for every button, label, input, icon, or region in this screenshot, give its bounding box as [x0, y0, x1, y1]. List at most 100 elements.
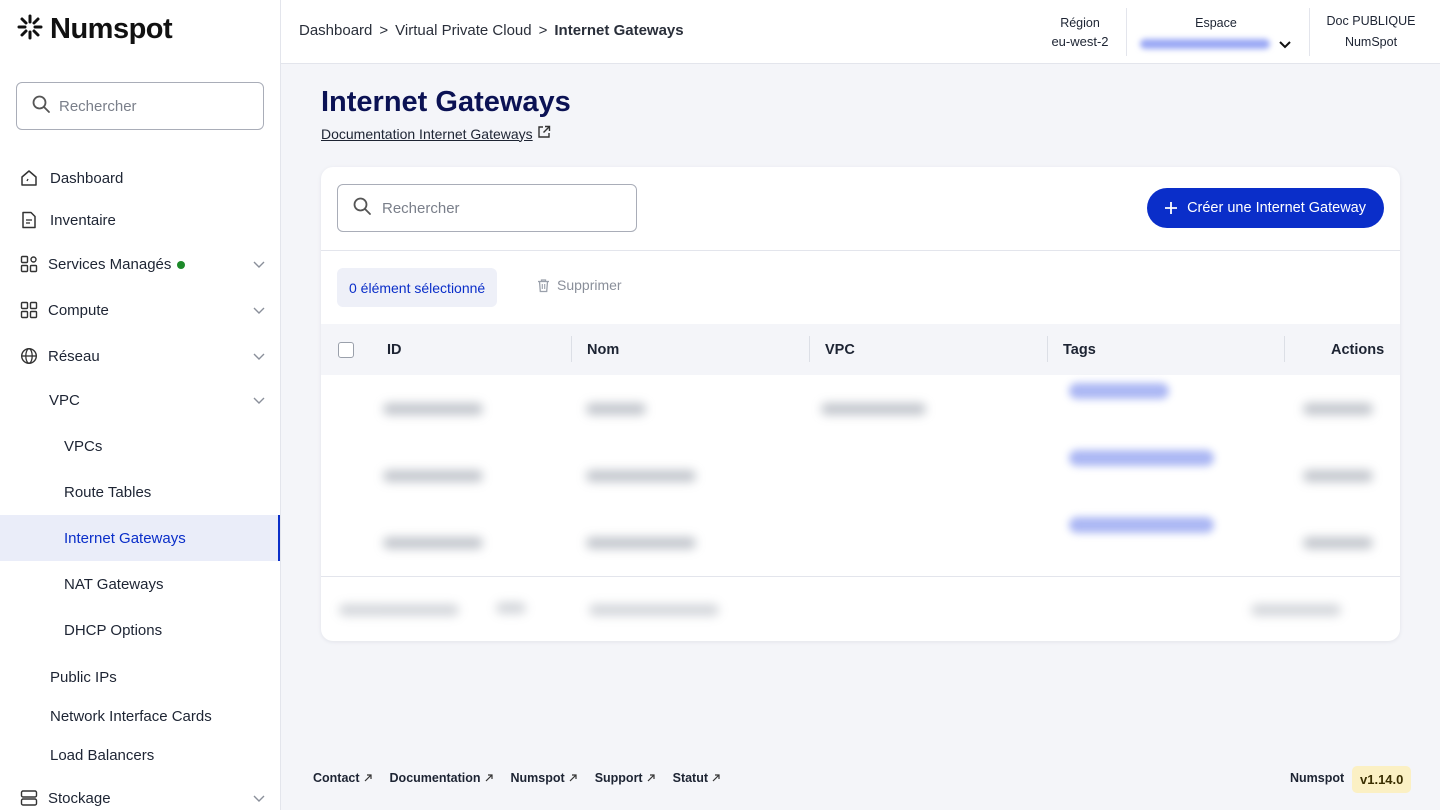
- column-header-nom[interactable]: Nom: [587, 324, 619, 375]
- breadcrumb-separator: >: [538, 22, 548, 39]
- space-value-redacted: [1140, 38, 1271, 49]
- table-row[interactable]: [321, 375, 1400, 441]
- create-internet-gateway-button[interactable]: Créer une Internet Gateway: [1147, 188, 1384, 228]
- redacted-action[interactable]: [1303, 403, 1373, 415]
- sidebar-item-stockage[interactable]: Stockage: [0, 778, 280, 810]
- create-button-label: Créer une Internet Gateway: [1187, 200, 1366, 216]
- divider: [321, 250, 1400, 251]
- chevron-down-icon[interactable]: [252, 303, 266, 317]
- footer-links: Contact Documentation Numspot Support St…: [313, 771, 720, 785]
- select-all-checkbox[interactable]: [338, 342, 354, 358]
- page-title: Internet Gateways: [321, 86, 571, 118]
- chevron-down-icon[interactable]: [252, 257, 266, 271]
- space-label: Espace: [1195, 16, 1237, 30]
- footer-link-label: Numspot: [510, 771, 565, 785]
- redacted-action[interactable]: [1303, 537, 1373, 549]
- storage-icon: [20, 789, 38, 807]
- table-row[interactable]: [321, 509, 1400, 575]
- arrow-up-right-icon: [647, 774, 655, 782]
- redacted-pagination[interactable]: [496, 602, 526, 614]
- redacted-cell: [586, 537, 696, 549]
- sidebar-item-label: NAT Gateways: [64, 575, 164, 593]
- chevron-down-icon[interactable]: [252, 349, 266, 363]
- column-divider: [571, 336, 572, 362]
- search-icon: [352, 196, 372, 221]
- table-search[interactable]: [337, 184, 637, 232]
- sidebar: Numspot Dashboard Inventaire Services Ma…: [0, 0, 281, 810]
- numspot-logo-icon: [16, 13, 44, 46]
- sidebar-item-public-ips[interactable]: Public IPs: [0, 657, 280, 697]
- redacted-tag: [1069, 450, 1214, 466]
- sidebar-item-network-interface-cards[interactable]: Network Interface Cards: [0, 696, 280, 736]
- sidebar-item-reseau[interactable]: Réseau: [0, 336, 280, 376]
- topbar: Dashboard > Virtual Private Cloud > Inte…: [281, 0, 1440, 64]
- column-divider: [1047, 336, 1048, 362]
- column-header-id[interactable]: ID: [387, 324, 402, 375]
- sidebar-item-inventaire[interactable]: Inventaire: [0, 200, 280, 240]
- sidebar-search[interactable]: [16, 82, 264, 130]
- sidebar-item-label: Network Interface Cards: [50, 707, 212, 725]
- sidebar-item-vpcs[interactable]: VPCs: [0, 426, 280, 466]
- document-icon: [20, 211, 38, 229]
- redacted-action[interactable]: [1303, 470, 1373, 482]
- sidebar-item-dashboard[interactable]: Dashboard: [0, 158, 280, 198]
- sidebar-search-input[interactable]: [59, 97, 239, 115]
- sidebar-item-label: Load Balancers: [50, 746, 155, 764]
- redacted-cell: [383, 403, 483, 415]
- sidebar-item-load-balancers[interactable]: Load Balancers: [0, 735, 280, 775]
- sidebar-item-label: DHCP Options: [64, 621, 163, 639]
- redacted-cell: [586, 470, 696, 482]
- breadcrumb: Dashboard > Virtual Private Cloud > Inte…: [299, 22, 684, 39]
- apps-icon: [20, 301, 38, 319]
- column-header-vpc[interactable]: VPC: [825, 324, 855, 375]
- redacted-pagination: [339, 604, 459, 616]
- documentation-link[interactable]: Documentation Internet Gateways: [321, 125, 551, 142]
- table-header: ID Nom VPC Tags Actions: [321, 324, 1400, 375]
- table-search-input[interactable]: [382, 199, 622, 217]
- sidebar-item-label: Internet Gateways: [64, 529, 186, 547]
- breadcrumb-dashboard[interactable]: Dashboard: [299, 22, 372, 39]
- delete-button[interactable]: Supprimer: [536, 277, 622, 293]
- redacted-pagination: [589, 604, 719, 616]
- grid-gear-icon: [20, 255, 38, 273]
- logo[interactable]: Numspot: [16, 12, 173, 46]
- globe-icon: [20, 347, 38, 365]
- home-icon: [20, 169, 38, 187]
- footer-link-contact[interactable]: Contact: [313, 771, 372, 785]
- arrow-up-right-icon: [712, 774, 720, 782]
- sidebar-item-vpc[interactable]: VPC: [0, 380, 280, 420]
- sidebar-item-dhcp-options[interactable]: DHCP Options: [0, 610, 280, 650]
- footer-link-statut[interactable]: Statut: [673, 771, 720, 785]
- footer-link-documentation[interactable]: Documentation: [390, 771, 493, 785]
- footer-brand: Numspot: [1290, 771, 1345, 785]
- redacted-cell: [383, 537, 483, 549]
- sidebar-item-internet-gateways[interactable]: Internet Gateways: [0, 515, 280, 561]
- sidebar-item-label: Dashboard: [50, 169, 124, 187]
- breadcrumb-current: Internet Gateways: [554, 22, 684, 39]
- sidebar-item-compute[interactable]: Compute: [0, 290, 280, 330]
- arrow-up-right-icon: [364, 774, 372, 782]
- column-header-tags[interactable]: Tags: [1063, 324, 1096, 375]
- breadcrumb-vpc[interactable]: Virtual Private Cloud: [395, 22, 531, 39]
- chevron-down-icon[interactable]: [252, 791, 266, 805]
- status-dot: [177, 260, 186, 269]
- sidebar-item-nat-gateways[interactable]: NAT Gateways: [0, 564, 280, 604]
- table-row[interactable]: [321, 442, 1400, 508]
- redacted-tag: [1069, 517, 1214, 533]
- arrow-up-right-icon: [569, 774, 577, 782]
- footer-link-numspot[interactable]: Numspot: [511, 771, 577, 785]
- chevron-down-icon[interactable]: [252, 393, 266, 407]
- sidebar-item-route-tables[interactable]: Route Tables: [0, 472, 280, 512]
- space-selector[interactable]: Espace: [1136, 0, 1296, 64]
- redacted-pagination[interactable]: [1251, 604, 1341, 616]
- sidebar-item-label: Stockage: [48, 789, 111, 807]
- doc-selector[interactable]: Doc PUBLIQUE NumSpot: [1321, 0, 1421, 64]
- footer-link-support[interactable]: Support: [595, 771, 655, 785]
- sidebar-item-services-manages[interactable]: Services Managés: [0, 244, 280, 284]
- gateways-card: Créer une Internet Gateway 0 élément sél…: [321, 167, 1400, 641]
- sidebar-item-label: Public IPs: [50, 668, 117, 686]
- region-selector[interactable]: Région eu-west-2: [1041, 0, 1119, 64]
- delete-button-label: Supprimer: [557, 277, 622, 293]
- selected-count-badge: 0 élément sélectionné: [337, 268, 498, 307]
- redacted-tag: [1069, 383, 1169, 399]
